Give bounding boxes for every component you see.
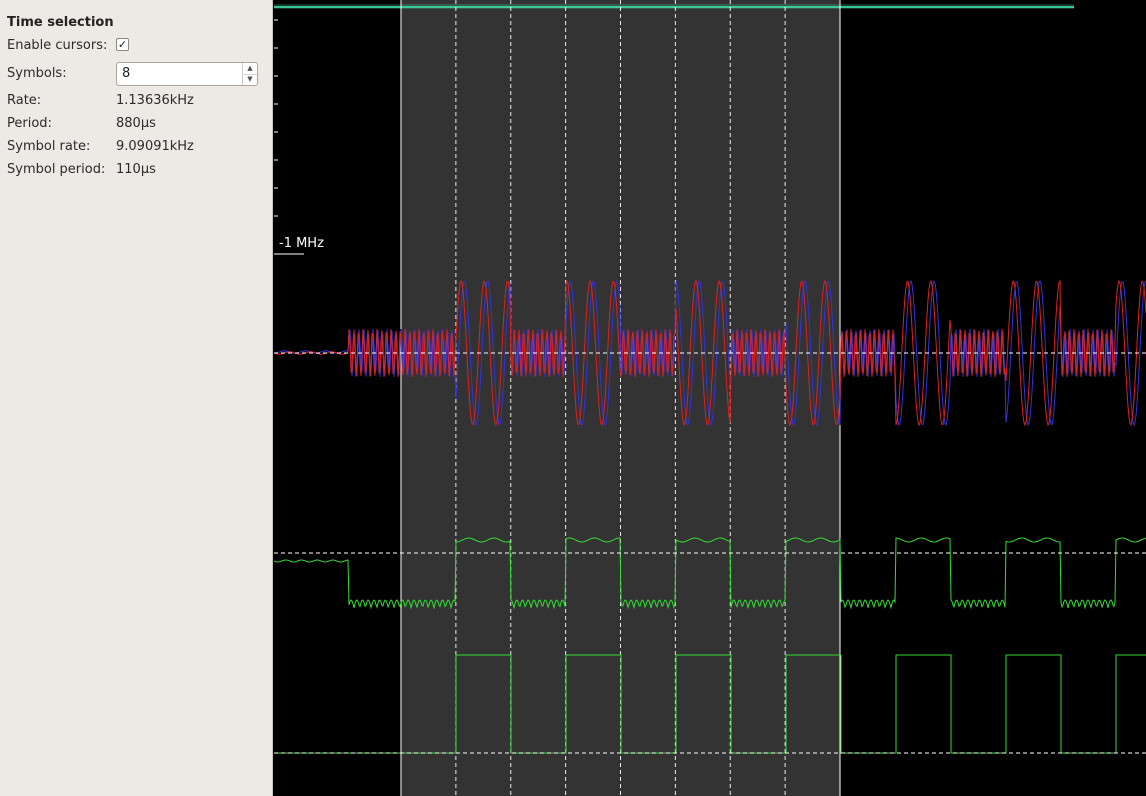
time-selection-panel: Time selection Enable cursors: ✓ Symbols… xyxy=(0,0,273,796)
symbol-period-value: 110µs xyxy=(116,162,156,177)
rate-value: 1.13636kHz xyxy=(116,93,194,108)
enable-cursors-label: Enable cursors: xyxy=(7,38,108,53)
period-value: 880µs xyxy=(116,116,156,131)
symbol-period-label: Symbol period: xyxy=(7,162,106,177)
signal-plot[interactable] xyxy=(274,0,1146,796)
spin-down-icon[interactable]: ▼ xyxy=(243,74,257,85)
symbols-label: Symbols: xyxy=(7,66,67,81)
checkmark-icon: ✓ xyxy=(117,38,128,51)
period-label: Period: xyxy=(7,116,52,131)
panel-title: Time selection xyxy=(7,15,114,30)
symbols-spinbox[interactable]: 8 ▲ ▼ xyxy=(116,62,258,86)
rate-label: Rate: xyxy=(7,93,42,108)
frequency-label: -1 MHz xyxy=(279,236,324,251)
symbol-rate-value: 9.09091kHz xyxy=(116,139,194,154)
enable-cursors-checkbox[interactable]: ✓ xyxy=(116,38,129,51)
symbols-input[interactable]: 8 xyxy=(122,66,130,81)
symbol-rate-label: Symbol rate: xyxy=(7,139,91,154)
